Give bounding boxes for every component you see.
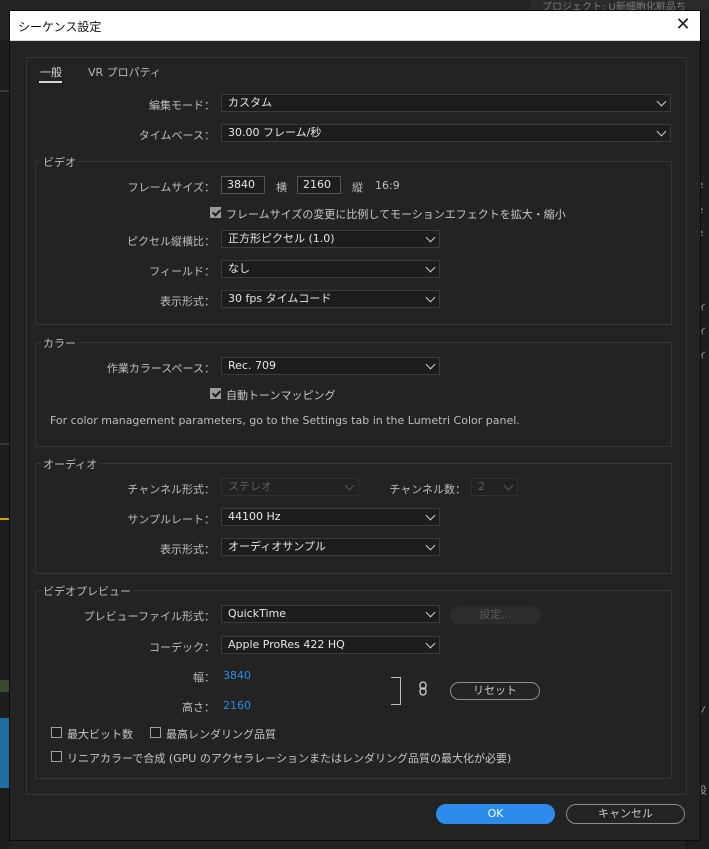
chevron-down-icon — [425, 262, 436, 273]
aspect-ratio: 16:9 — [375, 179, 400, 192]
max-render-quality-label: 最高レンダリング品質 — [166, 728, 276, 741]
sequence-settings-dialog: シーケンス設定 ✕ 一般 VR プロパティ 編集モード： カスタム タイムベース… — [9, 10, 701, 841]
edit-mode-value: カスタム — [228, 96, 272, 109]
color-group-label: カラー — [41, 335, 78, 351]
channel-count-select[interactable]: 2 — [471, 478, 518, 496]
preview-height-value[interactable]: 2160 — [223, 699, 251, 712]
chain-link-icon[interactable] — [419, 681, 427, 696]
pixel-aspect-value: 正方形ピクセル (1.0) — [228, 232, 335, 245]
auto-tone-mapping-checkbox[interactable] — [210, 388, 221, 399]
frame-height-input[interactable]: 2160 — [297, 176, 341, 194]
chevron-down-icon — [425, 638, 436, 649]
preview-width-value[interactable]: 3840 — [223, 669, 251, 682]
chevron-down-icon — [425, 607, 436, 618]
preview-width-label: 幅： — [193, 671, 215, 684]
preview-height-label: 高さ： — [182, 701, 215, 714]
sample-rate-select[interactable]: 44100 Hz — [221, 508, 440, 526]
fields-value: なし — [228, 262, 250, 275]
pixel-aspect-select[interactable]: 正方形ピクセル (1.0) — [221, 230, 440, 248]
cancel-button[interactable]: キャンセル — [566, 804, 685, 824]
channel-count-label: チャンネル数： — [389, 483, 466, 496]
link-bracket — [391, 677, 401, 705]
working-color-space-label: 作業カラースペース： — [106, 362, 215, 375]
frame-width-input[interactable]: 3840 — [221, 176, 265, 194]
reset-button[interactable]: リセット — [450, 682, 540, 700]
chevron-down-icon — [425, 232, 436, 243]
tab-vr-properties[interactable]: VR プロパティ — [88, 64, 161, 80]
chevron-down-icon — [656, 126, 667, 137]
dialog-title: シーケンス設定 — [18, 20, 102, 34]
background-project-bar: プロジェクト: U新細胞化粧品ち — [530, 0, 709, 13]
chevron-down-icon — [503, 480, 514, 491]
chevron-down-icon — [425, 359, 436, 370]
edit-mode-label: 編集モード： — [149, 99, 215, 112]
codec-label: コーデック： — [149, 641, 215, 654]
video-display-format-value: 30 fps タイムコード — [228, 292, 332, 305]
channel-format-select[interactable]: ステレオ — [221, 478, 359, 496]
sample-rate-label: サンプルレート： — [127, 513, 215, 526]
vertical-label: 縦 — [352, 181, 363, 194]
audio-display-format-value: オーディオサンプル — [228, 540, 326, 553]
tab-general[interactable]: 一般 — [40, 64, 62, 80]
preview-file-format-value: QuickTime — [228, 607, 287, 620]
codec-select[interactable]: Apple ProRes 422 HQ — [221, 636, 440, 654]
audio-display-format-label: 表示形式： — [160, 543, 215, 556]
preview-settings-button[interactable]: 設定... — [450, 606, 541, 624]
color-management-note: For color management parameters, go to t… — [50, 414, 520, 427]
video-display-format-select[interactable]: 30 fps タイムコード — [221, 290, 440, 308]
timebase-select[interactable]: 30.00 フレーム/秒 — [221, 124, 671, 142]
horizontal-label: 横 — [276, 181, 287, 194]
working-color-space-select[interactable]: Rec. 709 — [221, 357, 440, 375]
audio-display-format-select[interactable]: オーディオサンプル — [221, 538, 440, 556]
linear-color-label: リニアカラーで合成 (GPU のアクセラレーションまたはレンダリング品質の最大化… — [67, 752, 512, 765]
frame-size-label: フレームサイズ： — [127, 181, 215, 194]
active-tab-indicator — [39, 81, 62, 83]
scale-motion-label: フレームサイズの変更に比例してモーションエフェクトを拡大・縮小 — [226, 208, 566, 221]
working-color-space-value: Rec. 709 — [228, 359, 276, 372]
video-display-format-label: 表示形式： — [160, 295, 215, 308]
channel-count-value: 2 — [478, 480, 485, 493]
sample-rate-value: 44100 Hz — [228, 510, 281, 523]
preview-file-format-label: プレビューファイル形式： — [83, 610, 215, 623]
fields-label: フィールド： — [149, 265, 215, 278]
timebase-value: 30.00 フレーム/秒 — [228, 126, 322, 139]
codec-value: Apple ProRes 422 HQ — [228, 638, 345, 651]
edit-mode-select[interactable]: カスタム — [221, 94, 671, 112]
timebase-label: タイムベース： — [138, 129, 215, 142]
audio-group-label: オーディオ — [41, 456, 100, 472]
close-icon[interactable]: ✕ — [672, 14, 694, 36]
chevron-down-icon — [656, 96, 667, 107]
chevron-down-icon — [425, 510, 436, 521]
video-preview-group-label: ビデオプレビュー — [41, 583, 133, 599]
linear-color-checkbox[interactable] — [51, 751, 62, 762]
chevron-down-icon — [425, 540, 436, 551]
max-bit-depth-checkbox[interactable] — [51, 727, 62, 738]
fields-select[interactable]: なし — [221, 260, 440, 278]
max-render-quality-checkbox[interactable] — [150, 727, 161, 738]
ok-button[interactable]: OK — [436, 804, 555, 824]
max-bit-depth-label: 最大ビット数 — [67, 728, 133, 741]
dialog-titlebar[interactable]: シーケンス設定 ✕ — [10, 11, 700, 41]
chevron-down-icon — [425, 292, 436, 303]
video-group-label: ビデオ — [41, 154, 78, 170]
auto-tone-mapping-label: 自動トーンマッピング — [226, 389, 336, 402]
scale-motion-checkbox[interactable] — [210, 207, 221, 218]
chevron-down-icon — [344, 480, 355, 491]
pixel-aspect-label: ピクセル縦横比： — [127, 235, 215, 248]
channel-format-value: ステレオ — [228, 480, 272, 493]
preview-file-format-select[interactable]: QuickTime — [221, 605, 440, 623]
channel-format-label: チャンネル形式： — [127, 483, 215, 496]
